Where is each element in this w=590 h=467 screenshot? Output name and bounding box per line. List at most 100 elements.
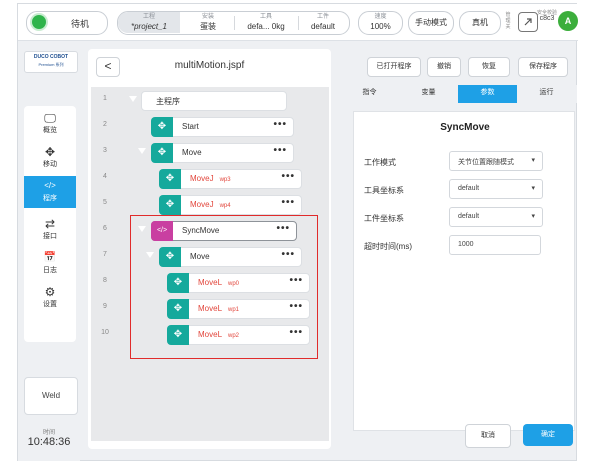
- line-number: 10: [101, 329, 109, 336]
- tool-value: defa... 0kg: [247, 22, 285, 31]
- waypoint-label: wp3: [219, 177, 231, 183]
- project-info-bar[interactable]: 工程 *project_1 安装 蛋装 工具 defa... 0kg 工件 de…: [117, 11, 350, 35]
- cancel-button[interactable]: 取消: [465, 424, 511, 448]
- tab-instructions[interactable]: 指令: [340, 85, 399, 103]
- install-info[interactable]: 安装 蛋装: [184, 13, 232, 32]
- movej-node[interactable]: ✥ MoveJ wp4 •••: [159, 195, 302, 215]
- nav-item-log[interactable]: 📅 日志: [24, 248, 76, 280]
- exit-icon-glyph: [524, 18, 532, 26]
- opened-programs-button[interactable]: 已打开程序: [367, 57, 421, 77]
- node-name: Move: [182, 148, 202, 157]
- tree-row[interactable]: 2 ✥ Start •••: [91, 114, 329, 140]
- timeout-input[interactable]: 1000: [449, 235, 541, 255]
- command-name: MoveJ: [190, 200, 214, 209]
- user-avatar[interactable]: A: [558, 11, 578, 31]
- tool-frame-label: 工具坐标系: [364, 186, 404, 195]
- tab-run[interactable]: 运行: [517, 85, 576, 103]
- collapse-icon[interactable]: [129, 96, 137, 102]
- app-window: 待机 工程 *project_1 安装 蛋装 工具 defa... 0kg 工件…: [17, 3, 578, 461]
- sidebar: DUCO COBOT Premium 系列 🖵 概览 ✥ 移动 </> 程序 ⇄…: [18, 41, 80, 461]
- speed-control[interactable]: 速度 100%: [358, 11, 403, 35]
- confirm-button[interactable]: 确定: [523, 424, 573, 446]
- select-value: 关节位置跟随模式: [458, 159, 514, 166]
- manage-toggle[interactable]: 管 理 关: [504, 12, 512, 30]
- timeout-label: 超时时间(ms): [364, 242, 412, 251]
- tree-row[interactable]: 1 主程序: [91, 88, 329, 114]
- tab-bar: 指令 变量 参数 运行: [340, 85, 577, 103]
- input-value: 1000: [458, 241, 474, 248]
- install-key: 安装: [201, 14, 214, 20]
- status-indicator-icon: [32, 15, 46, 29]
- tab-variables[interactable]: 变量: [399, 85, 458, 103]
- more-icon[interactable]: •••: [281, 171, 295, 182]
- collapse-icon[interactable]: [138, 148, 146, 154]
- tool-frame-select[interactable]: default ▾: [449, 179, 543, 199]
- workpiece-key: 工件: [316, 14, 329, 20]
- chevron-down-icon: ▾: [531, 157, 535, 164]
- line-number: 9: [103, 303, 107, 310]
- nav-item-move[interactable]: ✥ 移动: [24, 142, 76, 174]
- calendar-icon: 📅: [43, 252, 57, 263]
- logo-text: DUCO COBOT: [33, 54, 69, 60]
- real-machine-button[interactable]: 真机: [459, 11, 501, 35]
- tab-parameters[interactable]: 参数: [458, 85, 517, 103]
- move-icon: ✥: [159, 169, 181, 189]
- node-name: MoveJ wp3: [190, 174, 231, 183]
- nav-item-program[interactable]: </> 程序: [24, 176, 76, 208]
- command-name: MoveJ: [190, 174, 214, 183]
- redo-button[interactable]: 恢复: [468, 57, 510, 77]
- move-node[interactable]: ✥ Move •••: [151, 143, 294, 163]
- project-name: *project_1: [130, 22, 168, 31]
- robot-status[interactable]: 待机: [26, 11, 108, 35]
- workpiece-frame-label: 工件坐标系: [364, 214, 404, 223]
- weld-button[interactable]: Weld: [24, 377, 78, 415]
- select-value: default: [458, 185, 480, 192]
- select-value: default: [458, 213, 480, 220]
- params-title: SyncMove: [440, 122, 490, 133]
- line-number: 3: [103, 147, 107, 154]
- nav-item-settings[interactable]: ⚙ 设置: [24, 282, 76, 314]
- nav-item-interface[interactable]: ⇄ 接口: [24, 214, 76, 246]
- tree-row[interactable]: 3 ✥ Move •••: [91, 140, 329, 166]
- line-number: 5: [103, 199, 107, 206]
- work-mode-label: 工作模式: [364, 158, 396, 167]
- node-name: MoveJ wp4: [190, 200, 231, 209]
- selection-highlight: [130, 215, 318, 359]
- safety-checksum: 安全校验 c8c3: [537, 10, 557, 22]
- node-name: Start: [182, 122, 199, 131]
- project-info[interactable]: 工程 *project_1: [118, 12, 180, 33]
- more-icon[interactable]: •••: [281, 197, 295, 208]
- line-number: 1: [103, 95, 107, 102]
- workpiece-value: default: [310, 22, 336, 31]
- nav-label: 日志: [43, 267, 57, 274]
- node-name: 主程序: [156, 97, 180, 106]
- line-number: 7: [103, 251, 107, 258]
- time-label: 时间: [42, 430, 55, 436]
- status-label: 待机: [71, 19, 90, 29]
- syncmove-params: SyncMove 工作模式 关节位置跟随模式 ▾ 工具坐标系 default ▾…: [353, 111, 575, 431]
- undo-button[interactable]: 撤销: [427, 57, 461, 77]
- waypoint-label: wp4: [219, 203, 231, 209]
- move-icon: ✥: [159, 195, 181, 215]
- more-icon[interactable]: •••: [273, 145, 287, 156]
- tree-row[interactable]: 4 ✥ MoveJ wp3 •••: [91, 166, 329, 192]
- movej-node[interactable]: ✥ MoveJ wp3 •••: [159, 169, 302, 189]
- work-mode-select[interactable]: 关节位置跟随模式 ▾: [449, 151, 543, 171]
- tool-info[interactable]: 工具 defa... 0kg: [236, 13, 296, 32]
- workpiece-info[interactable]: 工件 default: [300, 13, 346, 32]
- more-icon[interactable]: •••: [273, 119, 287, 130]
- main-program-node[interactable]: 主程序: [141, 91, 287, 111]
- chevron-down-icon: ▾: [531, 213, 535, 220]
- speed-key: 速度: [374, 14, 387, 20]
- manual-mode-button[interactable]: 手动模式: [408, 11, 454, 35]
- nav-item-overview[interactable]: 🖵 概览: [24, 108, 76, 140]
- move-icon: ✥: [151, 143, 173, 163]
- line-number: 8: [103, 277, 107, 284]
- move-icon: ✥: [44, 145, 56, 159]
- start-node[interactable]: ✥ Start •••: [151, 117, 294, 137]
- workpiece-frame-select[interactable]: default ▾: [449, 207, 543, 227]
- line-number: 6: [103, 225, 107, 232]
- save-program-button[interactable]: 保存程序: [518, 57, 568, 77]
- exit-icon[interactable]: [518, 12, 538, 32]
- nav-label: 概览: [43, 127, 57, 134]
